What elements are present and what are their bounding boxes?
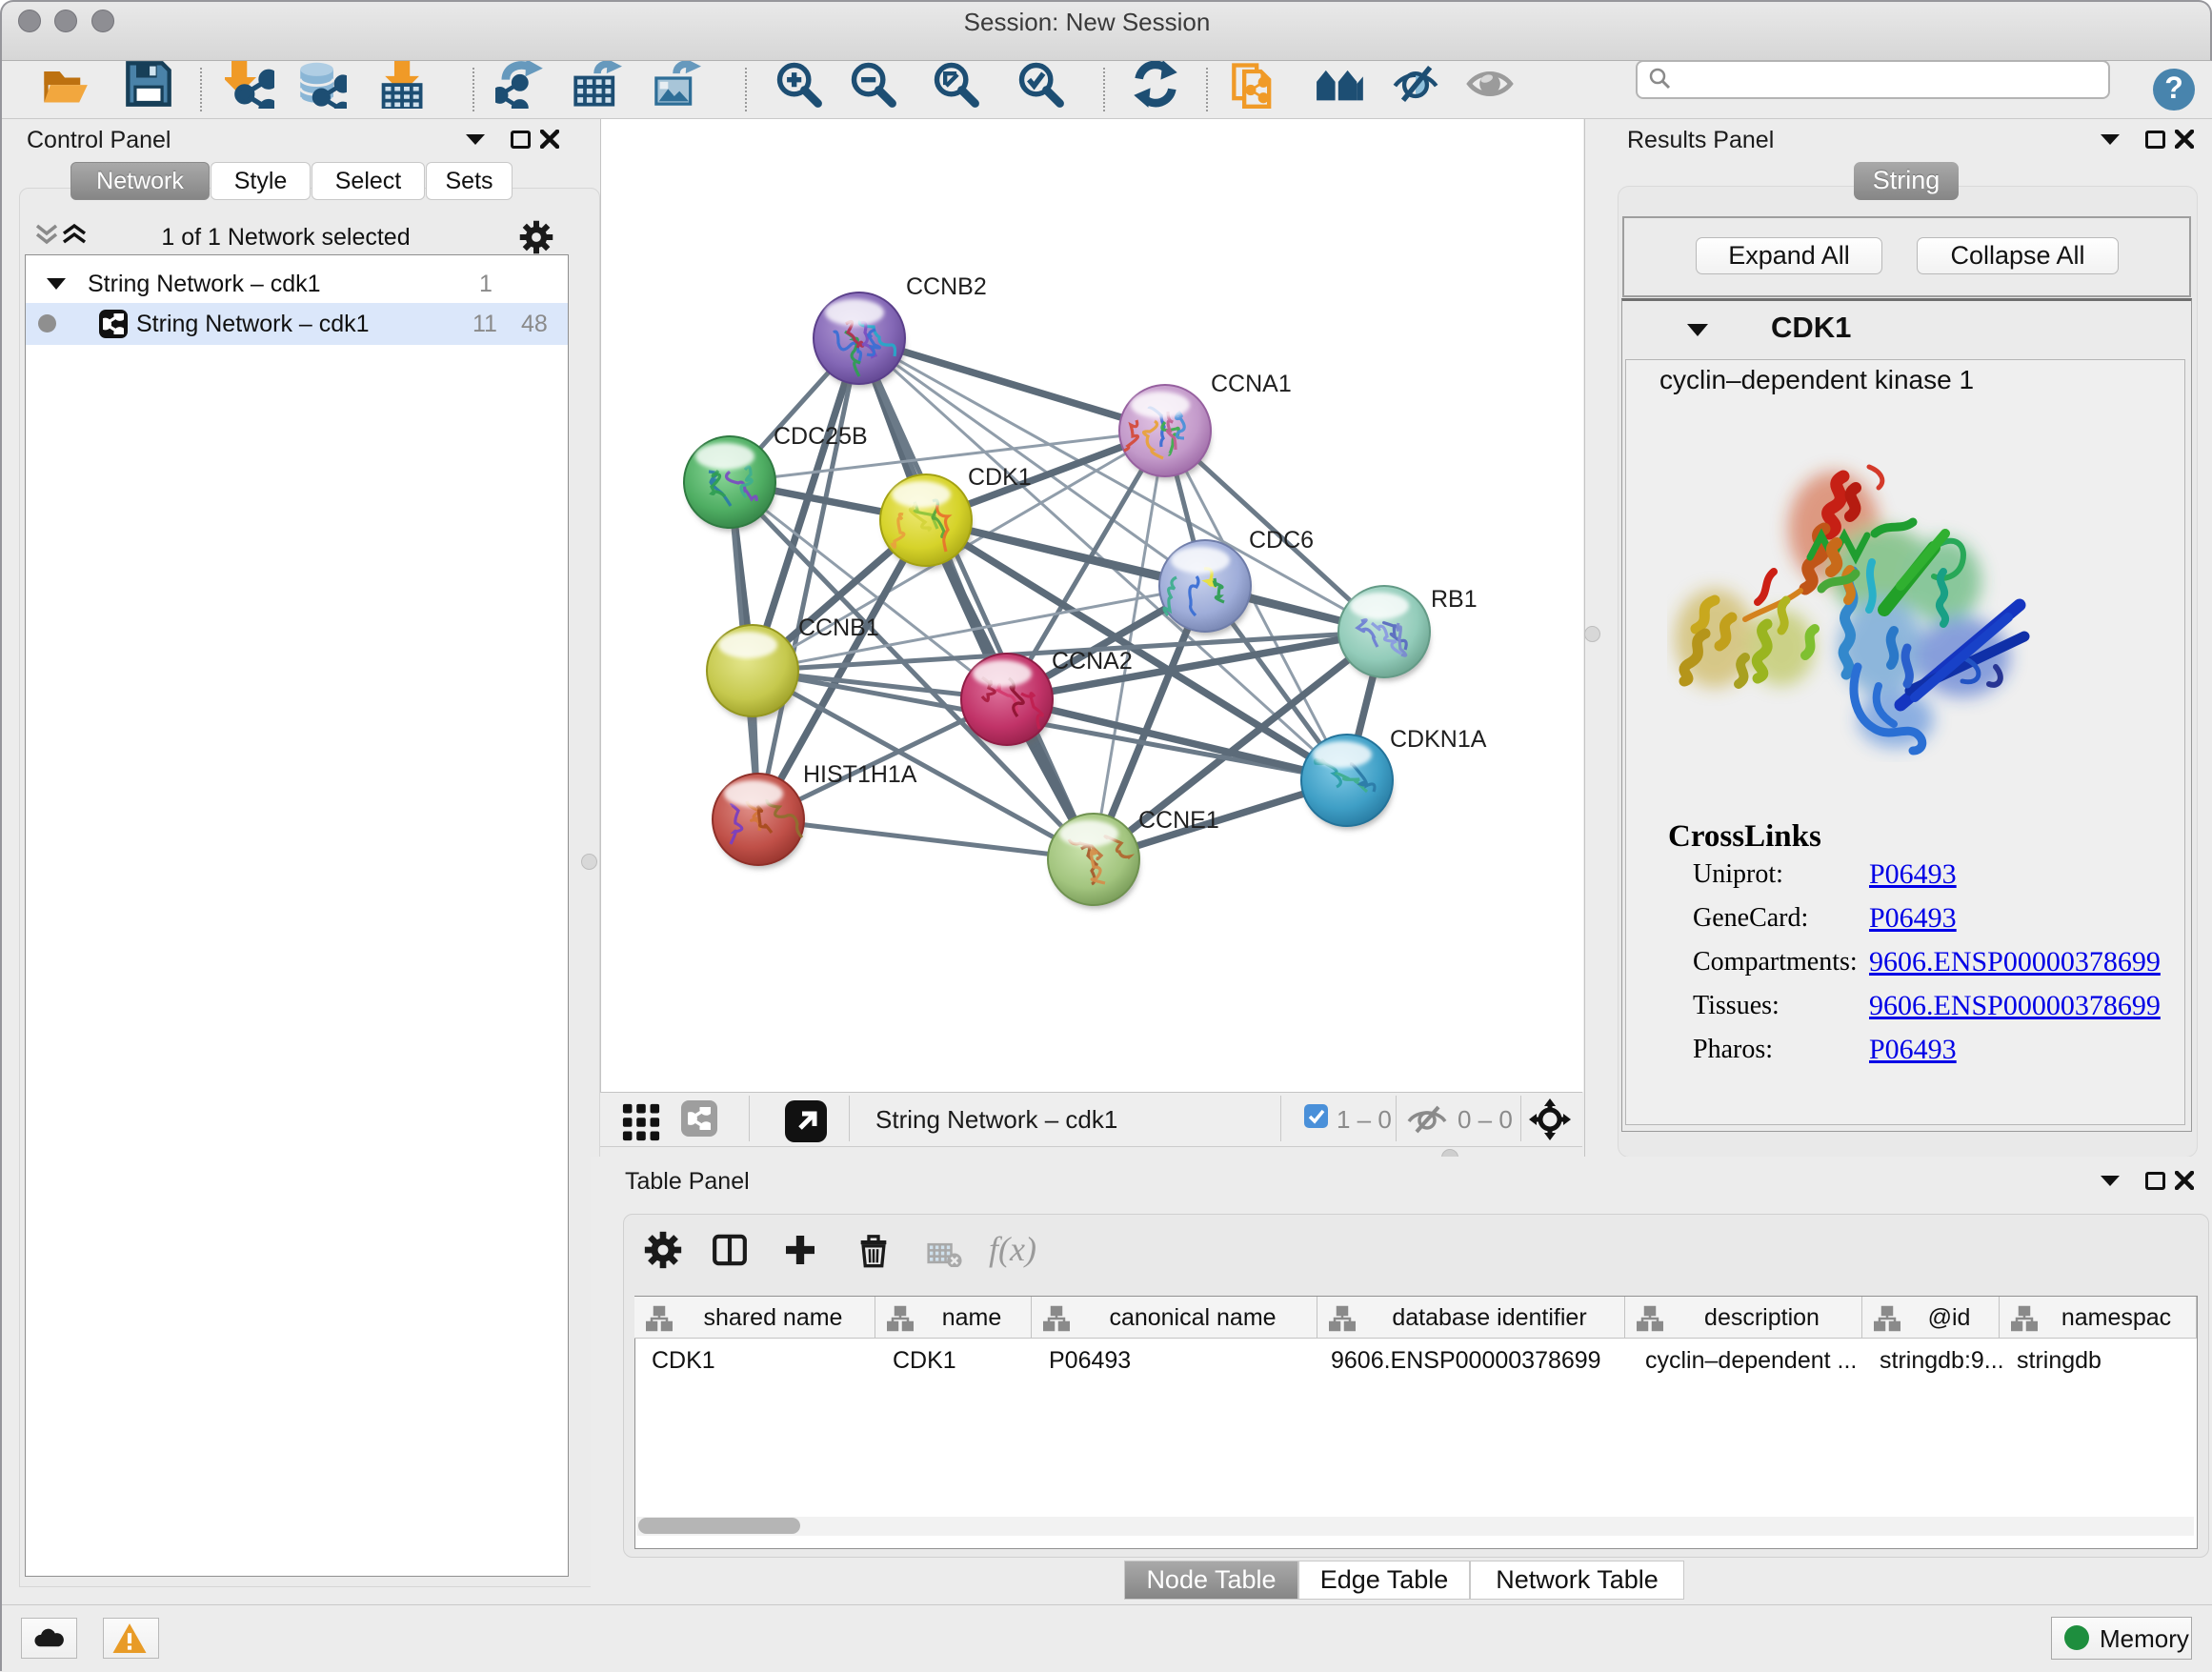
- svg-text:CDC25B: CDC25B: [774, 423, 868, 450]
- svg-text:CCNB1: CCNB1: [798, 614, 879, 641]
- svg-text:CDC6: CDC6: [1249, 527, 1314, 554]
- svg-text:CCNA1: CCNA1: [1211, 371, 1292, 397]
- svg-text:CDK1: CDK1: [968, 464, 1032, 491]
- svg-text:CCNB2: CCNB2: [906, 273, 987, 300]
- svg-text:RB1: RB1: [1431, 586, 1478, 613]
- svg-text:CDKN1A: CDKN1A: [1390, 726, 1487, 753]
- svg-text:HIST1H1A: HIST1H1A: [803, 761, 917, 788]
- svg-text:CCNA2: CCNA2: [1052, 648, 1133, 675]
- svg-text:CCNE1: CCNE1: [1138, 807, 1219, 834]
